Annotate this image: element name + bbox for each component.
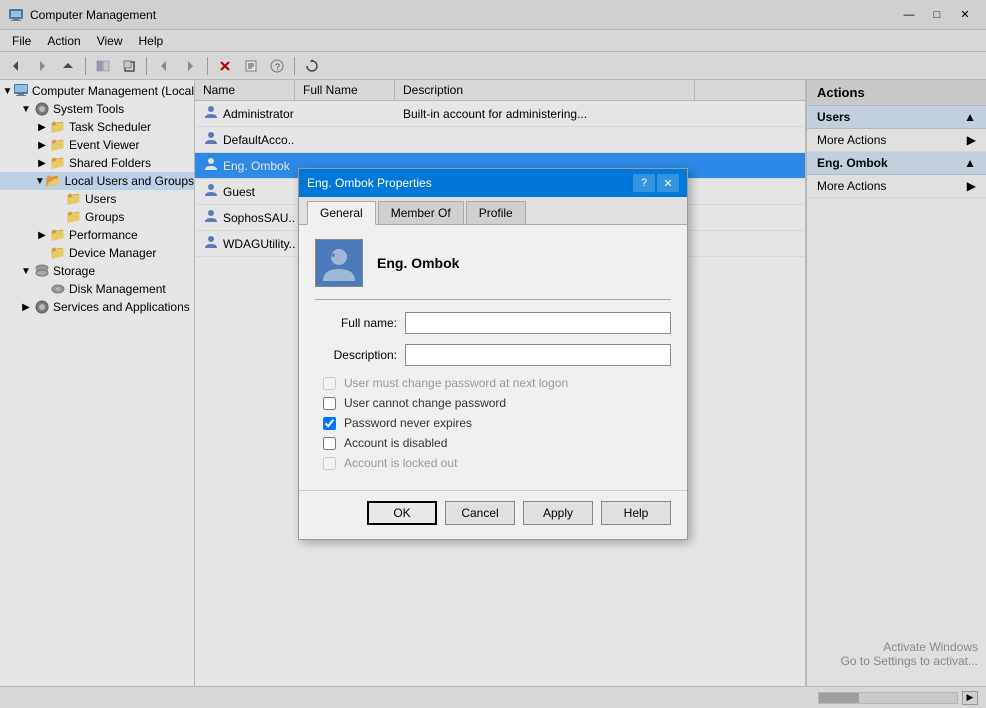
checkbox-label-must-change-pw: User must change password at next logon [344,376,568,390]
tab-general[interactable]: General [307,201,376,225]
dialog-apply-button[interactable]: Apply [523,501,593,525]
checkbox-must-change-pw[interactable] [323,377,336,390]
checkbox-label-pw-never-expires: Password never expires [344,416,472,430]
checkbox-row-pw-never-expires: Password never expires [315,416,671,430]
description-input[interactable] [405,344,671,366]
form-row-description: Description: [315,344,671,366]
dialog-title-controls: ? ✕ [633,174,679,192]
tabs-bar: General Member Of Profile [299,197,687,225]
dialog-title-bar: Eng. Ombok Properties ? ✕ [299,169,687,197]
checkbox-label-account-locked-out: Account is locked out [344,456,457,470]
fullname-input[interactable] [405,312,671,334]
checkbox-row-cannot-change-pw: User cannot change password [315,396,671,410]
fullname-label: Full name: [315,316,405,330]
dialog-eng-ombok-properties: Eng. Ombok Properties ? ✕ General Member… [298,168,688,540]
dialog-user-name: Eng. Ombok [377,255,459,271]
dialog-close-btn[interactable]: ✕ [657,174,679,192]
checkbox-label-cannot-change-pw: User cannot change password [344,396,506,410]
dialog-title-text: Eng. Ombok Properties [307,176,633,190]
checkbox-row-account-disabled: Account is disabled [315,436,671,450]
dialog-help-button[interactable]: Help [601,501,671,525]
modal-overlay: Eng. Ombok Properties ? ✕ General Member… [0,0,986,708]
checkbox-row-must-change-pw: User must change password at next logon [315,376,671,390]
description-label: Description: [315,348,405,362]
dialog-help-btn[interactable]: ? [633,174,655,192]
dialog-cancel-button[interactable]: Cancel [445,501,515,525]
dialog-ok-button[interactable]: OK [367,501,437,525]
checkbox-account-disabled[interactable] [323,437,336,450]
tab-profile[interactable]: Profile [466,201,526,224]
user-avatar [315,239,363,287]
checkbox-cannot-change-pw[interactable] [323,397,336,410]
checkbox-label-account-disabled: Account is disabled [344,436,447,450]
dialog-buttons: OK Cancel Apply Help [299,490,687,539]
dialog-content: Eng. Ombok Full name: Description: User … [299,225,687,490]
form-row-fullname: Full name: [315,312,671,334]
checkbox-row-account-locked-out: Account is locked out [315,456,671,470]
checkbox-account-locked-out[interactable] [323,457,336,470]
tab-member-of[interactable]: Member Of [378,201,464,224]
user-avatar-row: Eng. Ombok [315,239,671,300]
checkbox-pw-never-expires[interactable] [323,417,336,430]
